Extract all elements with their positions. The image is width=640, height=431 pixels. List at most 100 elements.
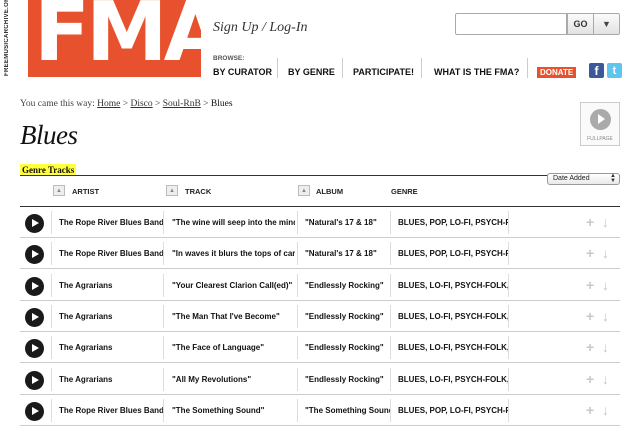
download-icon[interactable]: ↓ xyxy=(602,339,609,355)
column-divider xyxy=(163,398,164,422)
add-icon[interactable]: + xyxy=(586,308,594,324)
column-divider xyxy=(51,242,52,266)
track-artist[interactable]: The Agrarians xyxy=(59,343,167,352)
column-header-artist: ARTIST xyxy=(72,187,100,196)
add-icon[interactable]: + xyxy=(586,245,594,261)
column-divider xyxy=(508,336,509,360)
column-divider xyxy=(390,367,391,391)
twitter-icon[interactable]: t xyxy=(607,63,622,78)
sort-album-button[interactable]: ▲ xyxy=(298,185,310,196)
track-title[interactable]: "The wine will seep into the mind o xyxy=(172,218,295,227)
breadcrumb-home[interactable]: Home xyxy=(97,99,120,109)
donate-button[interactable]: DONATE xyxy=(537,67,577,78)
track-genre: BLUES, LO-FI, PSYCH-FOLK, PSYC xyxy=(398,374,508,384)
play-button[interactable] xyxy=(25,370,44,390)
nav-by-curator[interactable]: BY CURATOR xyxy=(213,67,272,77)
column-divider xyxy=(163,304,164,328)
track-genre: BLUES, LO-FI, PSYCH-FOLK, PSYC xyxy=(398,311,508,321)
column-divider xyxy=(51,273,52,297)
logo-text: FMA xyxy=(34,0,201,77)
column-header-track: TRACK xyxy=(185,187,212,196)
download-icon[interactable]: ↓ xyxy=(602,308,609,324)
column-divider xyxy=(390,336,391,360)
track-title[interactable]: "The Something Sound" xyxy=(172,406,295,415)
play-button[interactable] xyxy=(25,401,44,421)
column-divider xyxy=(297,336,298,360)
track-album[interactable]: "Endlessly Rocking" xyxy=(305,343,390,352)
track-genre: BLUES, POP, LO-FI, PSYCH-ROCK xyxy=(398,249,508,259)
track-artist[interactable]: The Agrarians xyxy=(59,375,167,384)
column-divider xyxy=(390,242,391,266)
column-divider xyxy=(297,273,298,297)
track-title[interactable]: "The Man That I've Become" xyxy=(172,312,295,321)
download-icon[interactable]: ↓ xyxy=(602,371,609,387)
search-dropdown-button[interactable]: ▼ xyxy=(594,13,620,35)
add-icon[interactable]: + xyxy=(586,339,594,355)
track-title[interactable]: "The Face of Language" xyxy=(172,343,295,352)
download-icon[interactable]: ↓ xyxy=(602,245,609,261)
nav-by-genre[interactable]: BY GENRE xyxy=(288,67,335,77)
download-icon[interactable]: ↓ xyxy=(602,277,609,293)
nav-divider xyxy=(527,58,528,78)
breadcrumb-soul-rnb[interactable]: Soul-RnB xyxy=(163,99,201,109)
fma-logo[interactable]: FMA xyxy=(28,0,201,77)
track-album[interactable]: "Endlessly Rocking" xyxy=(305,375,390,384)
logo-side-text: FREEMUSICARCHIVE.ORG xyxy=(4,0,10,76)
add-icon[interactable]: + xyxy=(586,214,594,230)
sort-artist-button[interactable]: ▲ xyxy=(53,185,65,196)
track-album[interactable]: "The Something Sound" xyxy=(305,406,390,415)
breadcrumb-disco[interactable]: Disco xyxy=(130,99,152,109)
table-row: The Agrarians "All My Revolutions" "Endles… xyxy=(20,364,620,395)
nav-what-is-fma[interactable]: WHAT IS THE FMA? xyxy=(434,67,519,77)
play-button[interactable] xyxy=(25,214,44,233)
column-divider xyxy=(51,336,52,360)
track-title[interactable]: "Your Clearest Clarion Call(ed)" xyxy=(172,281,295,290)
add-icon[interactable]: + xyxy=(586,371,594,387)
add-icon[interactable]: + xyxy=(586,277,594,293)
fullpage-button[interactable]: FULLPAGE xyxy=(580,102,620,146)
facebook-icon[interactable]: f xyxy=(589,63,604,78)
sort-select[interactable]: Date Added ▲ ▼ xyxy=(547,173,620,185)
track-artist[interactable]: The Rope River Blues Band xyxy=(59,218,167,227)
play-button[interactable] xyxy=(25,307,44,327)
play-button[interactable] xyxy=(25,339,44,359)
column-divider xyxy=(508,398,509,422)
chevron-down-icon: ▼ xyxy=(602,19,611,29)
column-divider xyxy=(508,304,509,328)
breadcrumb-prefix: You came this way: xyxy=(20,99,95,109)
search-input[interactable] xyxy=(455,13,567,35)
download-icon[interactable]: ↓ xyxy=(602,214,609,230)
download-icon[interactable]: ↓ xyxy=(602,402,609,418)
track-title[interactable]: "In waves it blurs the tops of cars." xyxy=(172,249,295,258)
track-album[interactable]: "Natural's 17 & 18" xyxy=(305,249,390,258)
page-title: Blues xyxy=(20,120,78,150)
column-divider xyxy=(508,273,509,297)
column-divider xyxy=(508,367,509,391)
table-row: The Rope River Blues Band "The wine will … xyxy=(20,207,620,238)
play-button[interactable] xyxy=(25,276,44,296)
column-header-genre: GENRE xyxy=(391,187,418,196)
fullpage-label: FULLPAGE xyxy=(587,136,613,142)
play-button[interactable] xyxy=(25,245,44,265)
column-divider xyxy=(163,336,164,360)
track-artist[interactable]: The Agrarians xyxy=(59,281,167,290)
track-genre: BLUES, LO-FI, PSYCH-FOLK, PSYC xyxy=(398,280,508,290)
track-album[interactable]: "Endlessly Rocking" xyxy=(305,312,390,321)
column-divider xyxy=(297,398,298,422)
nav-participate[interactable]: PARTICIPATE! xyxy=(353,67,414,77)
column-divider xyxy=(297,304,298,328)
column-divider xyxy=(51,367,52,391)
track-title[interactable]: "All My Revolutions" xyxy=(172,375,295,384)
track-album[interactable]: "Endlessly Rocking" xyxy=(305,281,390,290)
track-album[interactable]: "Natural's 17 & 18" xyxy=(305,218,390,227)
column-divider xyxy=(508,211,509,234)
track-artist[interactable]: The Agrarians xyxy=(59,312,167,321)
sort-track-button[interactable]: ▲ xyxy=(166,185,178,196)
go-button[interactable]: GO xyxy=(567,13,594,35)
track-artist[interactable]: The Rope River Blues Band xyxy=(59,406,167,415)
add-icon[interactable]: + xyxy=(586,402,594,418)
column-divider xyxy=(297,367,298,391)
track-artist[interactable]: The Rope River Blues Band xyxy=(59,249,167,258)
column-divider xyxy=(508,242,509,266)
signup-login-link[interactable]: Sign Up / Log-In xyxy=(213,20,308,36)
